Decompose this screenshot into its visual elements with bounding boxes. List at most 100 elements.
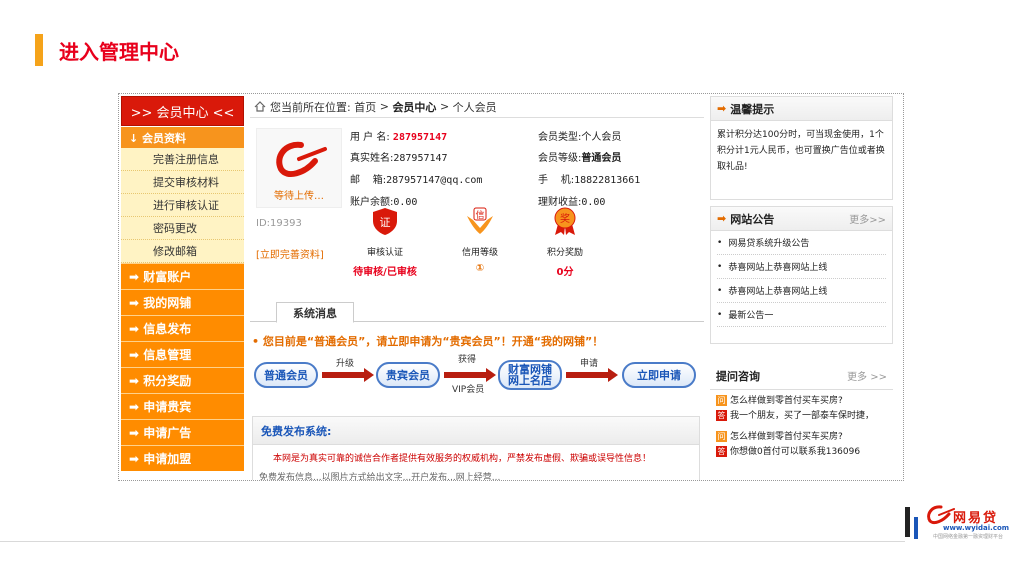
list-item[interactable]: • 恭喜网站上恭喜网站上线 bbox=[717, 255, 886, 279]
arrow-icon bbox=[566, 368, 618, 382]
qa-answer-text: 你想做0首付可以联系我136096 bbox=[730, 447, 861, 457]
sidebar-item-my-shop[interactable]: ➡ 我的网铺 bbox=[121, 289, 244, 315]
badge-verification[interactable]: 证 审核认证 待审核/已审核 bbox=[350, 206, 420, 278]
member-type-row: 会员类型:个人会员 bbox=[538, 128, 621, 143]
announcements-list: • 网易贷系统升级公告 • 恭喜网站上恭喜网站上线 • 恭喜网站上恭喜网站上线 • 最新… bbox=[711, 231, 892, 327]
qa-answer: 答你想做0首付可以联系我136096 bbox=[716, 445, 887, 460]
right-column: ➡ 温馨提示 累计积分达100分时，可当现金使用，1个积分计1元人民币，也可置换广… bbox=[710, 96, 893, 480]
brand-url: www.wyidai.com bbox=[943, 524, 1010, 532]
badge-credit-label: 信用等级 bbox=[461, 248, 498, 258]
breadcrumb-separator: > bbox=[379, 100, 389, 113]
arrow-right-icon: ➡ bbox=[717, 212, 727, 225]
tab-system-message[interactable]: 系统消息 bbox=[276, 302, 354, 323]
avatar[interactable]: 等待上传… bbox=[256, 128, 342, 208]
tips-header: ➡ 温馨提示 bbox=[711, 97, 892, 121]
sidebar-subitem-change-password[interactable]: 密码更改 bbox=[121, 217, 244, 240]
question-icon: 问 bbox=[716, 431, 727, 442]
sidebar-item-points-reward[interactable]: ➡ 积分奖励 bbox=[121, 367, 244, 393]
username-value: 287957147 bbox=[392, 132, 448, 143]
announcement-title[interactable]: 最新公告一 bbox=[728, 308, 773, 321]
announcement-title[interactable]: 恭喜网站上恭喜网站上线 bbox=[728, 284, 827, 297]
badge-reward-label: 积分奖励 bbox=[546, 248, 583, 258]
member-level-label: 会员等级: bbox=[538, 153, 582, 164]
sidebar-item-apply-join[interactable]: ➡ 申请加盟 bbox=[121, 445, 244, 471]
sidebar-item-apply-vip[interactable]: ➡ 申请贵宾 bbox=[121, 393, 244, 419]
certificate-icon: 证 bbox=[373, 208, 397, 235]
apply-now-button[interactable]: 立即申请 bbox=[622, 362, 696, 388]
qa-question-text[interactable]: 怎么样做到零首付买车买房? bbox=[730, 396, 843, 406]
qa-header: 提问咨询 更多 >> bbox=[710, 362, 893, 390]
tips-box: ➡ 温馨提示 累计积分达100分时，可当现金使用，1个积分计1元人民币，也可置换广… bbox=[710, 96, 893, 200]
member-type-label: 会员类型: bbox=[538, 132, 582, 143]
qa-question[interactable]: 问怎么样做到零首付买车买房? bbox=[716, 430, 887, 445]
arrow-obtain-label: 获得 bbox=[458, 355, 477, 365]
announcement-title[interactable]: 恭喜网站上恭喜网站上线 bbox=[728, 260, 827, 273]
member-type-value: 个人会员 bbox=[581, 132, 622, 143]
brand-bar-icon bbox=[905, 507, 910, 537]
email-label: 邮 箱: bbox=[350, 175, 387, 186]
brand-slogan: 中国网络金融第一融资理财平台 bbox=[933, 534, 1004, 540]
member-badges: 证 审核认证 待审核/已审核 信 信用等级 ① 奖 积分奖励 0分 bbox=[350, 206, 610, 278]
answer-icon: 答 bbox=[716, 446, 727, 457]
upgrade-flow: 普通会员 升级 贵宾会员 获得 VIP会员 财富网铺 网上名店 申请 立即申请 bbox=[254, 355, 700, 396]
mobile-label: 手 机: bbox=[538, 175, 575, 186]
username-row: 用 户 名: 287957147 bbox=[350, 128, 447, 143]
arrow-icon bbox=[322, 368, 374, 382]
step-regular-member: 普通会员 bbox=[254, 362, 318, 388]
list-item[interactable]: • 网易贷系统升级公告 bbox=[717, 231, 886, 255]
list-item[interactable]: • 最新公告一 bbox=[717, 303, 886, 327]
free-publish-text: 免费发布信息...以图片方式给出文字...开户发布...网上经营... bbox=[259, 473, 501, 481]
mobile-value: 18822813661 bbox=[574, 175, 641, 186]
avatar-placeholder-logo-icon bbox=[276, 141, 327, 178]
list-item[interactable]: • 恭喜网站上恭喜网站上线 bbox=[717, 279, 886, 303]
breadcrumb-member-center-link[interactable]: 会员中心 bbox=[392, 99, 436, 115]
email-value: 287957147@qq.com bbox=[386, 175, 483, 186]
slide: 进入管理中心 >> 会员中心 << ↓ 会员资料 完善注册信息 提交审核材料 进… bbox=[0, 0, 1023, 575]
membership-notice: • 您目前是“普通会员”，请立即申请为“贵宾会员”！开通“我的网铺”！ bbox=[252, 335, 604, 348]
badge-reward[interactable]: 奖 积分奖励 0分 bbox=[530, 206, 600, 278]
complete-profile-link[interactable]: [立即完善资料] bbox=[256, 246, 324, 261]
qa-question[interactable]: 问怎么样做到零首付买车买房? bbox=[716, 394, 887, 409]
message-tabbar: 系统消息 bbox=[250, 302, 704, 323]
brand-logo: 网易贷 www.wyidai.com 中国网络金融第一融资理财平台 bbox=[905, 497, 1020, 547]
breadcrumb-current: 个人会员 bbox=[452, 100, 497, 114]
breadcrumb-home-link[interactable]: 首页 bbox=[354, 99, 376, 115]
step-vip-member: 贵宾会员 bbox=[376, 362, 440, 388]
breadcrumb-separator: > bbox=[439, 100, 450, 113]
sidebar-item-publish-info[interactable]: ➡ 信息发布 bbox=[121, 315, 244, 341]
certificate-icon-text: 证 bbox=[380, 216, 391, 229]
badge-credit-status: ① bbox=[475, 263, 485, 274]
announcement-title[interactable]: 网易贷系统升级公告 bbox=[728, 236, 809, 249]
realname-row: 真实姓名:287957147 bbox=[350, 149, 448, 164]
sidebar-subitem-verify[interactable]: 进行审核认证 bbox=[121, 194, 244, 217]
sidebar-subitem-complete-info[interactable]: 完善注册信息 bbox=[121, 148, 244, 171]
mobile-row: 手 机:18822813661 bbox=[538, 171, 640, 186]
announcements-box: ➡ 网站公告 更多>> • 网易贷系统升级公告 • 恭喜网站上恭喜网站上线 • 恭喜网站上… bbox=[710, 206, 893, 344]
email-row: 邮 箱:287957147@qq.com bbox=[350, 171, 482, 186]
sidebar-item-apply-ads[interactable]: ➡ 申请广告 bbox=[121, 419, 244, 445]
qa-answer: 答我一个朋友，买了一部泰车保时捷， bbox=[716, 409, 887, 424]
breadcrumb-prefix: 您当前所在位置: bbox=[270, 100, 351, 114]
announcements-more-link[interactable]: 更多>> bbox=[849, 211, 886, 226]
sidebar-item-wealth-account[interactable]: ➡ 财富账户 bbox=[121, 263, 244, 289]
sidebar-subitem-change-email[interactable]: 修改邮箱 bbox=[121, 240, 244, 263]
credit-hands-icon-text: 信 bbox=[475, 209, 484, 221]
tips-text: 累计积分达100分时，可当现金使用，1个积分计1元人民币，也可置换广告位或者换取… bbox=[717, 130, 885, 172]
title-accent-bar bbox=[35, 34, 43, 66]
brand-swoosh-icon bbox=[927, 505, 955, 525]
sidebar-category-member-info[interactable]: ↓ 会员资料 bbox=[121, 126, 244, 148]
sidebar-subitem-submit-materials[interactable]: 提交审核材料 bbox=[121, 171, 244, 194]
realname-label: 真实姓名: bbox=[350, 153, 394, 164]
qa-box: 提问咨询 更多 >> 问怎么样做到零首付买车买房? 答我一个朋友，买了一部泰车保时… bbox=[710, 362, 893, 480]
sidebar-item-manage-info[interactable]: ➡ 信息管理 bbox=[121, 341, 244, 367]
qa-more-link[interactable]: 更多 >> bbox=[847, 368, 887, 383]
qa-question-text[interactable]: 怎么样做到零首付买车买房? bbox=[730, 432, 843, 442]
breadcrumb: 您当前所在位置: 首页 > 会员中心 > 个人会员 bbox=[250, 96, 704, 118]
badge-credit[interactable]: 信 信用等级 ① bbox=[445, 206, 515, 274]
user-id: ID:19393 bbox=[256, 218, 302, 229]
badge-reward-status: 0分 bbox=[556, 267, 574, 278]
realname-value: 287957147 bbox=[393, 153, 448, 164]
screenshot-frame: >> 会员中心 << ↓ 会员资料 完善注册信息 提交审核材料 进行审核认证 密… bbox=[118, 93, 904, 481]
step-wealth-shop: 财富网铺 网上名店 bbox=[498, 360, 562, 390]
badge-verification-label: 审核认证 bbox=[366, 248, 403, 258]
